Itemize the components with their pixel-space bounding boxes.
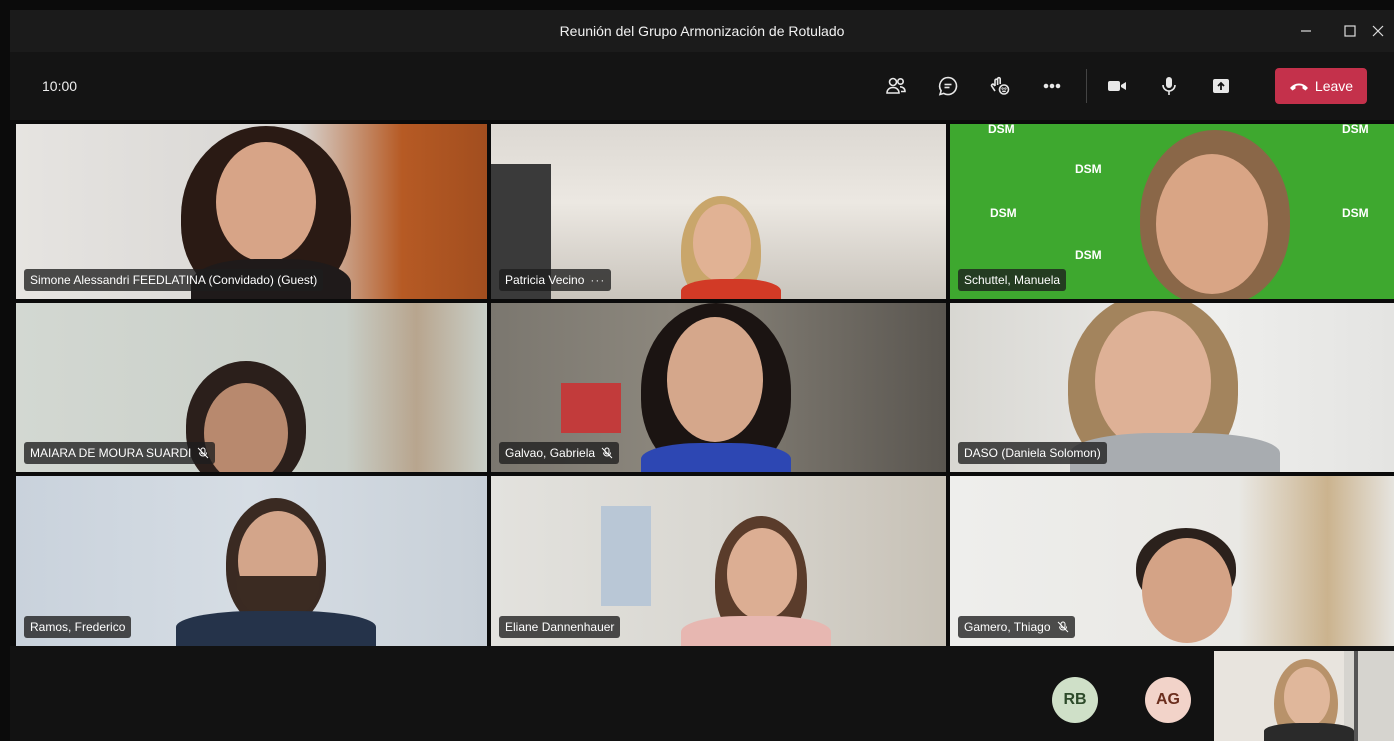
participants-button[interactable]	[876, 66, 916, 106]
meeting-timer: 10:00	[42, 78, 78, 94]
participant-name: Gamero, Thiago	[964, 620, 1051, 634]
participant-name: Schuttel, Manuela	[964, 273, 1061, 287]
close-button[interactable]	[1372, 10, 1394, 52]
muted-microphone-icon	[197, 447, 209, 459]
reactions-button[interactable]	[980, 66, 1020, 106]
participant-name-tag: Simone Alessandri FEEDLATINA (Convidado)…	[24, 269, 324, 291]
share-icon	[1213, 79, 1229, 93]
minimize-button[interactable]	[1284, 10, 1328, 52]
maximize-button[interactable]	[1328, 10, 1372, 52]
video-grid: Simone Alessandri FEEDLATINA (Convidado)…	[10, 124, 1394, 646]
dsm-logo: DSM	[1342, 124, 1369, 136]
toolbar-divider	[1086, 69, 1087, 103]
video-tile[interactable]: Ramos, Frederico	[16, 476, 487, 646]
participant-name-tag: DASO (Daniela Solomon)	[958, 442, 1107, 464]
window-controls	[1284, 10, 1394, 52]
video-tile[interactable]: MAIARA DE MOURA SUARDI	[16, 303, 487, 472]
participant-name: Simone Alessandri FEEDLATINA (Convidado)…	[30, 273, 318, 287]
participant-name: DASO (Daniela Solomon)	[964, 446, 1101, 460]
overflow-participants-bar: RB AG	[10, 646, 1394, 741]
participant-name-tag: MAIARA DE MOURA SUARDI	[24, 442, 216, 464]
participant-name-tag: Galvao, Gabriela	[499, 442, 620, 464]
participant-name: MAIARA DE MOURA SUARDI	[30, 446, 192, 460]
dsm-logo: DSM	[1075, 162, 1102, 176]
share-button[interactable]	[1201, 66, 1241, 106]
muted-microphone-icon	[1057, 621, 1069, 633]
reactions-icon	[990, 76, 1010, 95]
participant-name-tag: Patricia Vecino ···	[499, 269, 612, 291]
camera-icon	[1108, 81, 1126, 91]
meeting-controls	[876, 66, 1253, 106]
participant-name-tag: Gamero, Thiago	[958, 616, 1075, 638]
participants-icon	[886, 77, 906, 94]
avatar-initials: RB	[1063, 691, 1087, 708]
video-tile[interactable]: Simone Alessandri FEEDLATINA (Convidado)…	[16, 124, 487, 299]
leave-button[interactable]: Leave	[1275, 68, 1367, 104]
dsm-logo: DSM	[1075, 248, 1102, 262]
camera-button[interactable]	[1097, 66, 1137, 106]
participant-name: Galvao, Gabriela	[505, 446, 596, 460]
muted-microphone-icon	[601, 447, 613, 459]
chat-icon	[938, 76, 958, 96]
participant-avatar[interactable]: AG	[1145, 677, 1191, 723]
window-title: Reunión del Grupo Armonización de Rotula…	[559, 23, 845, 39]
participant-name: Ramos, Frederico	[30, 620, 126, 634]
dsm-logo: DSM	[1342, 206, 1369, 220]
hang-up-icon	[1289, 83, 1308, 91]
more-icon[interactable]: ···	[590, 273, 605, 287]
dsm-logo: DSM	[988, 124, 1015, 136]
participant-name-tag: Schuttel, Manuela	[958, 269, 1067, 291]
microphone-button[interactable]	[1149, 66, 1189, 106]
video-tile[interactable]: Galvao, Gabriela	[491, 303, 946, 472]
participant-name-tag: Ramos, Frederico	[24, 616, 132, 638]
participant-name: Eliane Dannenhauer	[505, 620, 615, 634]
more-options-button[interactable]	[1032, 66, 1072, 106]
dsm-logo: DSM	[990, 206, 1017, 220]
more-icon	[1043, 83, 1061, 89]
close-icon	[1372, 25, 1384, 37]
video-tile[interactable]: Gamero, Thiago	[950, 476, 1394, 646]
video-tile[interactable]: DSM DSM DSM DSM DSM DSM Schuttel, Manuel…	[950, 124, 1394, 299]
maximize-icon	[1344, 25, 1356, 37]
chat-button[interactable]	[928, 66, 968, 106]
video-tile-active-speaker[interactable]: Patricia Vecino ···	[491, 124, 946, 299]
leave-label: Leave	[1314, 78, 1354, 94]
participant-avatar[interactable]: RB	[1052, 677, 1098, 723]
minimize-icon	[1301, 30, 1311, 32]
video-tile[interactable]: Eliane Dannenhauer	[491, 476, 946, 646]
avatar-initials: AG	[1156, 691, 1180, 708]
microphone-icon	[1162, 77, 1176, 95]
meeting-toolbar: 10:00 Leave	[10, 52, 1394, 120]
title-bar: Reunión del Grupo Armonización de Rotula…	[10, 10, 1394, 52]
participant-name: Patricia Vecino	[505, 273, 585, 287]
participant-name-tag: Eliane Dannenhauer	[499, 616, 621, 638]
video-tile[interactable]: DASO (Daniela Solomon)	[950, 303, 1394, 472]
self-video-preview[interactable]	[1214, 651, 1394, 741]
